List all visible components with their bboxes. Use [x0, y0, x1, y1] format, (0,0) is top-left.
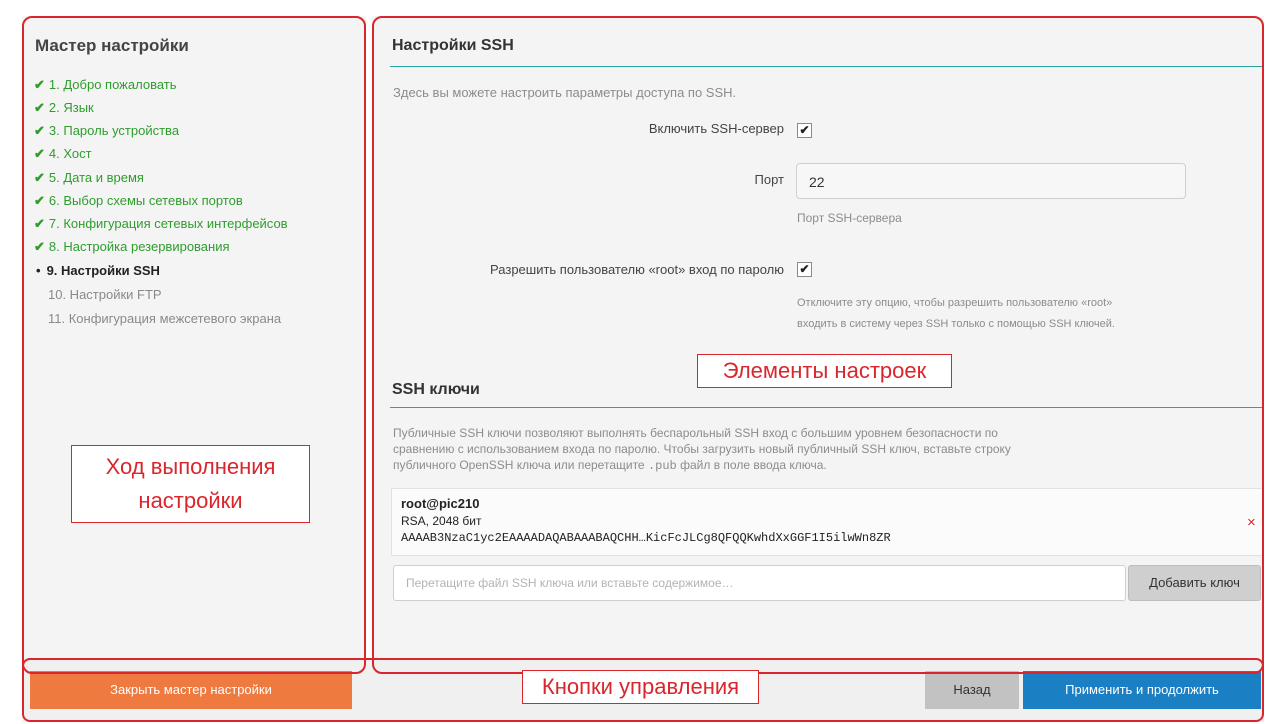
annotation-settings: Элементы настроек — [697, 354, 952, 388]
annotation-controls: Кнопки управления — [522, 670, 759, 704]
settings-annotation-frame — [372, 16, 1264, 674]
progress-annotation-frame — [22, 16, 366, 674]
annotation-progress-line: настройки — [138, 488, 243, 513]
annotation-progress: Ход выполнения настройки — [71, 445, 310, 523]
annotation-progress-line: Ход выполнения — [105, 454, 276, 479]
